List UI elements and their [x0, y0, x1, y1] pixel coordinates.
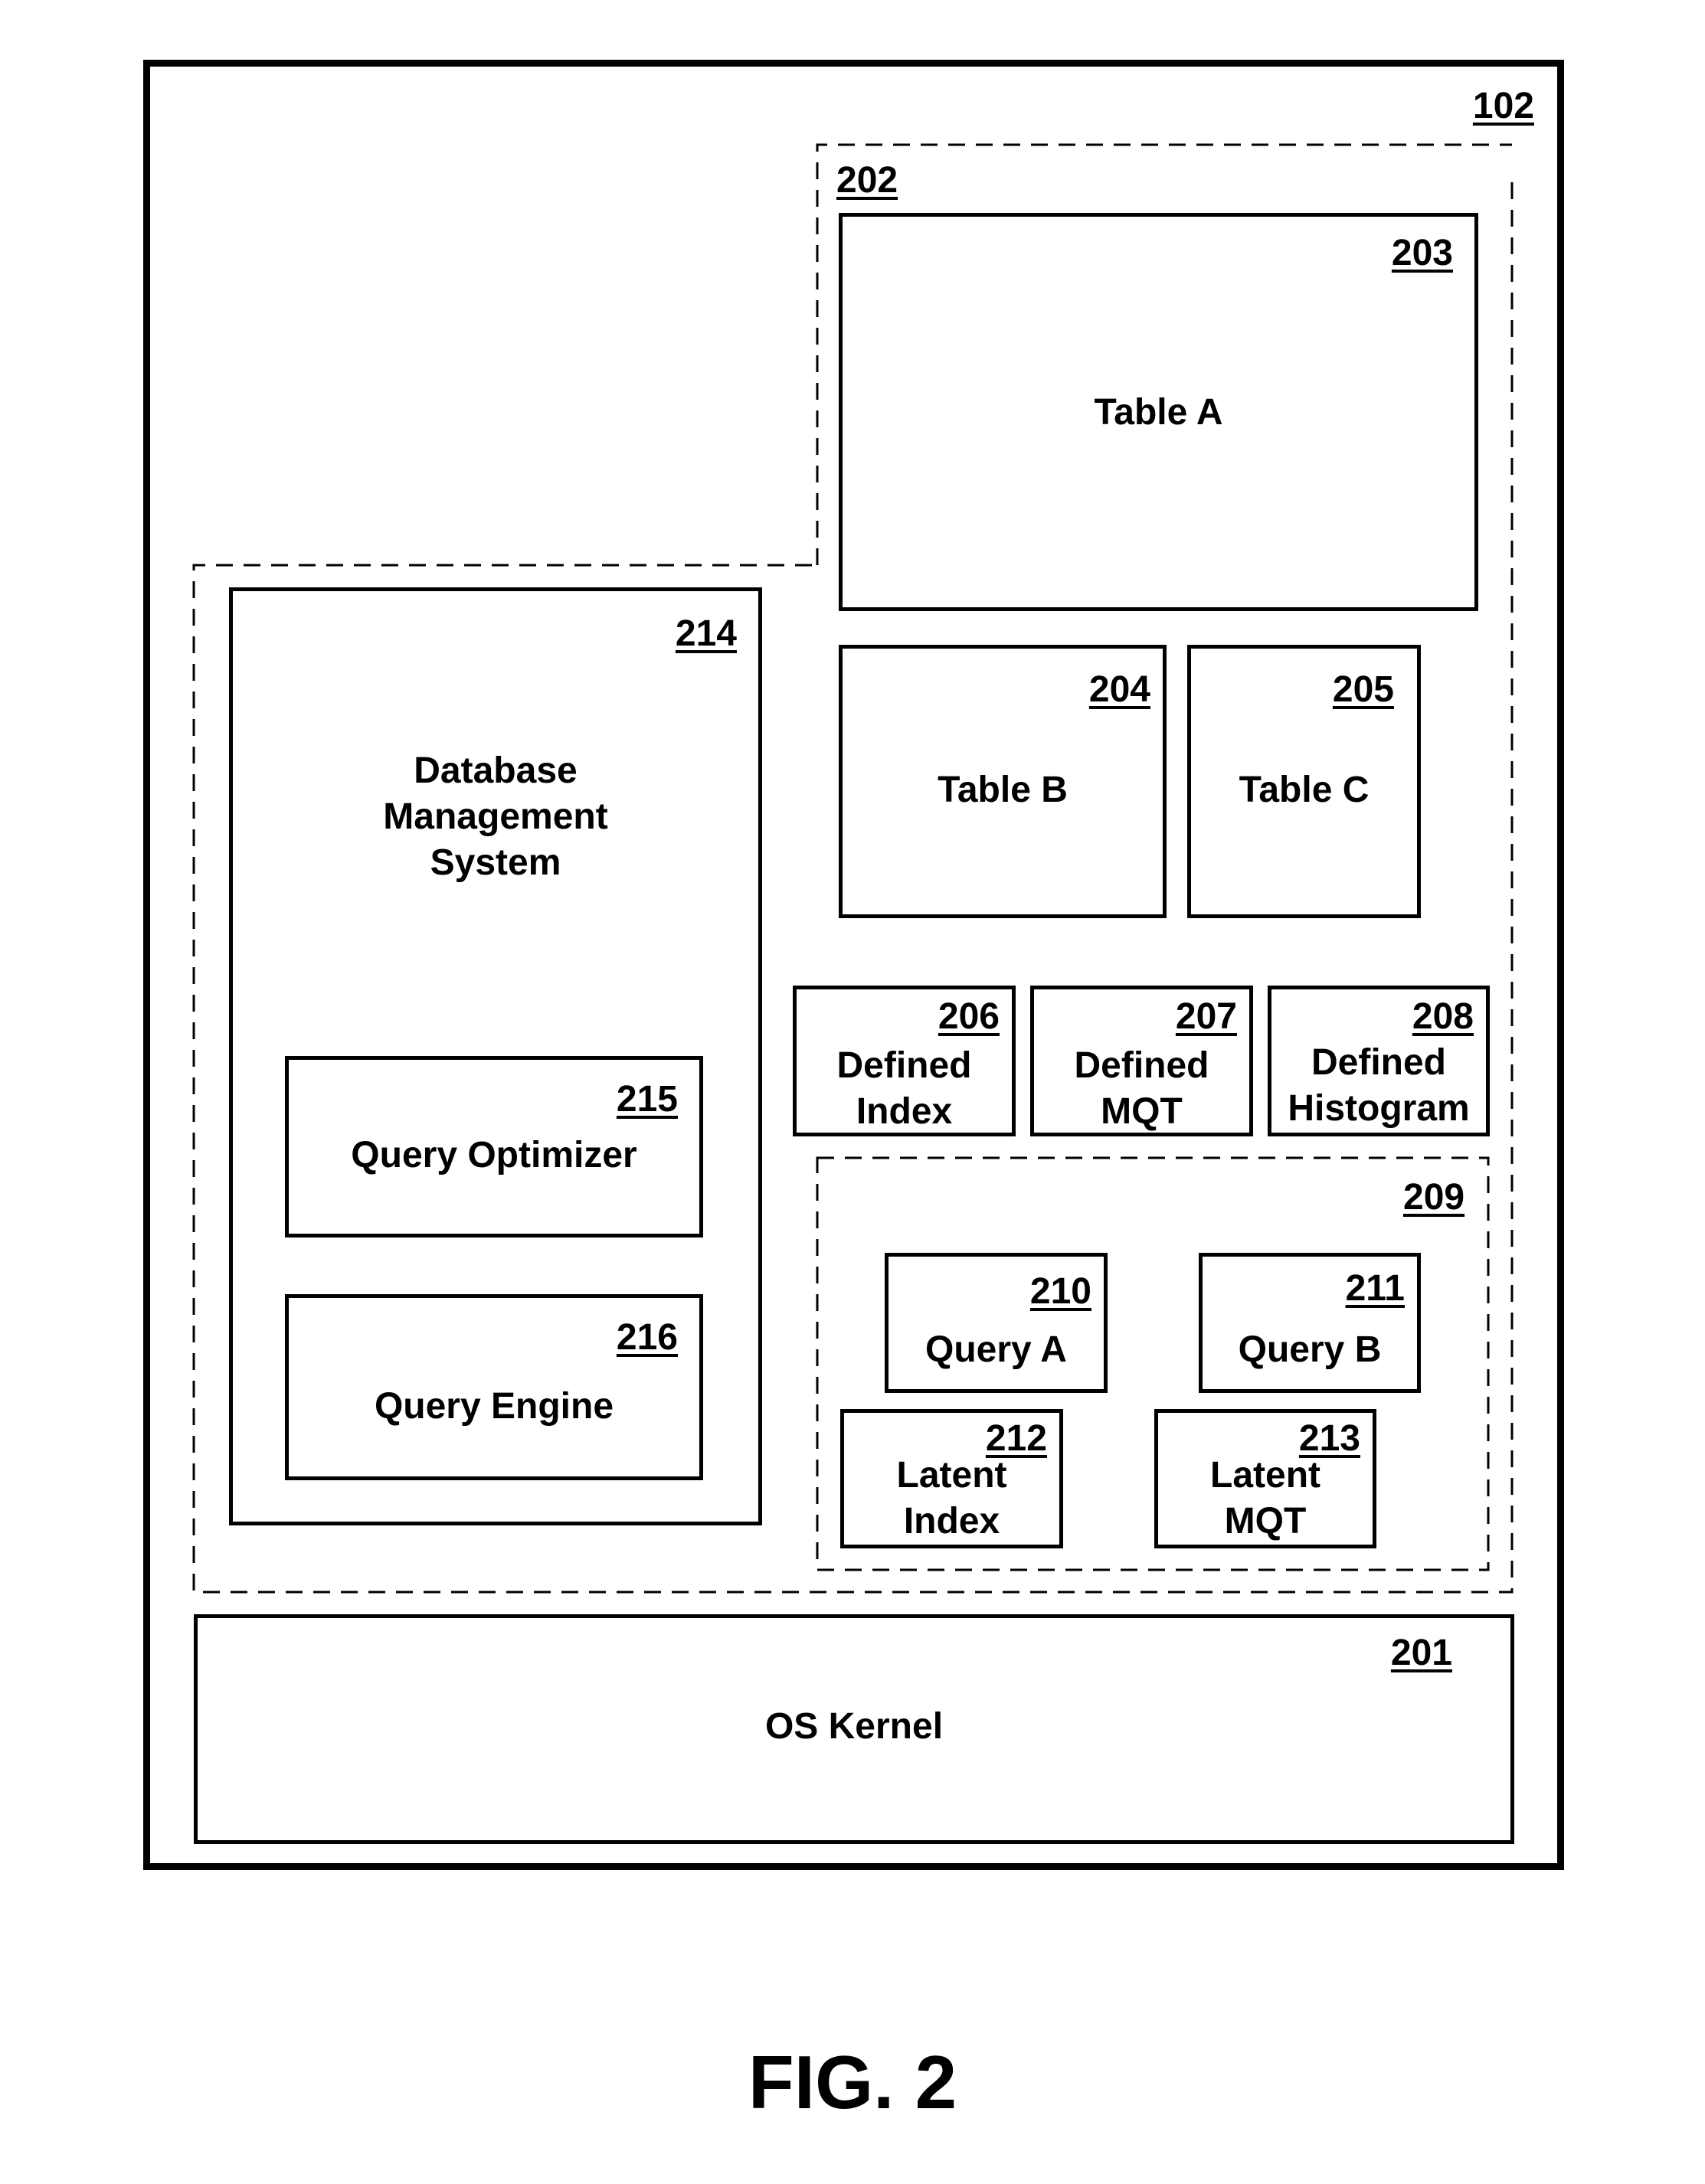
- query-optimizer-box: 215 Query Optimizer: [285, 1056, 703, 1237]
- table-c-box: 205 Table C: [1187, 645, 1421, 918]
- table-a-box: 203 Table A: [839, 213, 1478, 611]
- defined-index-label: Defined Index: [836, 1045, 972, 1132]
- figure-caption: FIG. 2: [748, 2040, 957, 2124]
- latent-mqt-label: Latent MQT: [1210, 1455, 1320, 1542]
- dbms-box: 214 Database Management System 215 Query…: [229, 587, 762, 1525]
- os-kernel-box: 201 OS Kernel: [194, 1614, 1514, 1844]
- query-a-box: 210 Query A: [885, 1253, 1108, 1393]
- defined-histogram-box: 208 Defined Histogram: [1268, 986, 1490, 1136]
- query-a-label: Query A: [925, 1329, 1067, 1370]
- query-b-label: Query B: [1238, 1329, 1382, 1370]
- query-b-ref-label: 211: [1345, 1268, 1405, 1309]
- latent-mqt-box: 213 Latent MQT: [1154, 1409, 1376, 1548]
- table-b-label: Table B: [938, 770, 1068, 810]
- query-optimizer-label: Query Optimizer: [351, 1135, 637, 1175]
- defined-histogram-ref-label: 208: [1412, 996, 1474, 1037]
- query-engine-ref-label: 216: [616, 1317, 678, 1358]
- table-a-ref-label: 203: [1391, 233, 1453, 273]
- defined-mqt-box: 207 Defined MQT: [1030, 986, 1253, 1136]
- table-c-label: Table C: [1239, 770, 1370, 810]
- os-kernel-label: OS Kernel: [764, 1706, 944, 1747]
- query-cache-ref-label: 209: [1403, 1177, 1465, 1218]
- defined-mqt-ref-label: 207: [1175, 996, 1237, 1037]
- table-c-ref-label: 205: [1332, 669, 1394, 710]
- defined-mqt-label: Defined MQT: [1074, 1045, 1209, 1132]
- dbms-label: Database Management System: [383, 750, 608, 883]
- latent-mqt-ref-label: 213: [1298, 1418, 1360, 1459]
- defined-index-box: 206 Defined Index: [793, 986, 1016, 1136]
- table-a-label: Table A: [1094, 392, 1223, 433]
- query-engine-label: Query Engine: [374, 1386, 614, 1427]
- table-b-ref-label: 204: [1088, 669, 1150, 710]
- query-optimizer-ref-label: 215: [616, 1079, 678, 1120]
- query-a-ref-label: 210: [1029, 1271, 1091, 1312]
- storage-region-ref-label: 202: [836, 160, 898, 201]
- defined-index-ref-label: 206: [938, 996, 1000, 1037]
- latent-index-label: Latent Index: [896, 1455, 1007, 1542]
- defined-histogram-label: Defined Histogram: [1288, 1042, 1470, 1129]
- query-b-box: 211 Query B: [1199, 1253, 1421, 1393]
- latent-index-ref-label: 212: [985, 1418, 1047, 1459]
- query-engine-box: 216 Query Engine: [285, 1294, 703, 1480]
- latent-index-box: 212 Latent Index: [840, 1409, 1063, 1548]
- table-b-box: 204 Table B: [839, 645, 1167, 918]
- os-kernel-ref-label: 201: [1390, 1633, 1452, 1673]
- dbms-ref-label: 214: [675, 613, 737, 654]
